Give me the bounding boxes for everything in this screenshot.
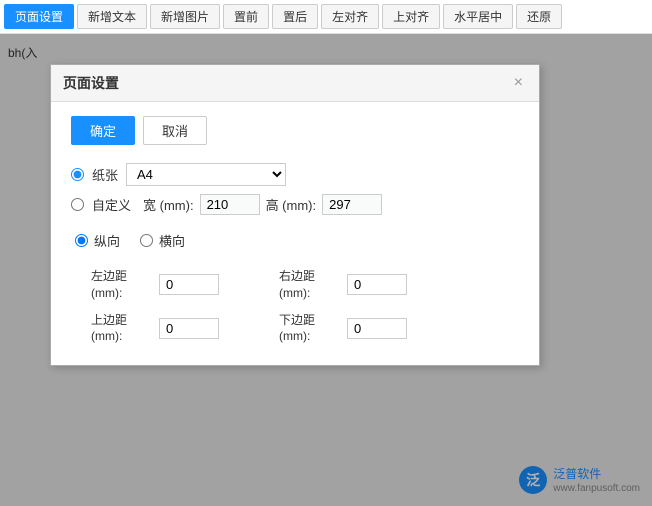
- left-margin-row: 左边距(mm):: [91, 268, 219, 302]
- confirm-button[interactable]: 确定: [71, 116, 135, 145]
- dialog-title: 页面设置: [63, 73, 119, 93]
- right-margin-label: 右边距(mm):: [279, 268, 339, 302]
- top-margin-input[interactable]: [159, 318, 219, 339]
- margins-section: 左边距(mm): 上边距(mm): 右边距(mm): 下边距(m: [91, 268, 519, 345]
- portrait-option: 纵向: [75, 231, 120, 250]
- paper-radio-row: 纸张 A4 A3 B5 Letter: [71, 163, 519, 186]
- portrait-radio[interactable]: [75, 234, 88, 247]
- bottom-margin-input[interactable]: [347, 318, 407, 339]
- portrait-label: 纵向: [94, 231, 120, 250]
- toolbar-btn-还原[interactable]: 还原: [516, 4, 562, 29]
- toolbar-btn-新增图片[interactable]: 新增图片: [150, 4, 220, 29]
- paper-section: 纸张 A4 A3 B5 Letter 自定义 宽 (mm): 高: [71, 163, 519, 215]
- page-settings-dialog: 页面设置 × 确定 取消 纸张 A4 A3 B5 Letter: [50, 64, 540, 366]
- landscape-radio[interactable]: [140, 234, 153, 247]
- left-margin-label: 左边距(mm):: [91, 268, 151, 302]
- left-margin-col: 左边距(mm): 上边距(mm):: [91, 268, 219, 345]
- custom-size-row: 宽 (mm): 高 (mm):: [143, 194, 382, 215]
- toolbar-btn-左对齐[interactable]: 左对齐: [321, 4, 379, 29]
- dialog-body: 确定 取消 纸张 A4 A3 B5 Letter: [51, 102, 539, 365]
- custom-radio-row: 自定义 宽 (mm): 高 (mm):: [71, 194, 519, 215]
- height-input[interactable]: [322, 194, 382, 215]
- right-margin-input[interactable]: [347, 274, 407, 295]
- custom-radio-label: 自定义: [92, 195, 131, 214]
- main-area: bh(入 页面设置 × 确定 取消 纸张 A4 A3 B5: [0, 34, 652, 506]
- orientation-section: 纵向 横向: [75, 231, 519, 250]
- toolbar-btn-置前[interactable]: 置前: [223, 4, 269, 29]
- top-margin-label: 上边距(mm):: [91, 312, 151, 346]
- paper-radio[interactable]: [71, 168, 84, 181]
- bottom-margin-row: 下边距(mm):: [279, 312, 407, 346]
- paper-select[interactable]: A4 A3 B5 Letter: [126, 163, 286, 186]
- toolbar-btn-水平居中[interactable]: 水平居中: [443, 4, 513, 29]
- action-row: 确定 取消: [71, 116, 519, 145]
- width-input[interactable]: [200, 194, 260, 215]
- left-margin-input[interactable]: [159, 274, 219, 295]
- height-label: 高 (mm):: [266, 195, 317, 214]
- right-margin-row: 右边距(mm):: [279, 268, 407, 302]
- bottom-margin-label: 下边距(mm):: [279, 312, 339, 346]
- custom-radio[interactable]: [71, 198, 84, 211]
- toolbar: 页面设置新增文本新增图片置前置后左对齐上对齐水平居中还原: [0, 0, 652, 34]
- toolbar-btn-置后[interactable]: 置后: [272, 4, 318, 29]
- right-margin-col: 右边距(mm): 下边距(mm):: [279, 268, 407, 345]
- toolbar-btn-页面设置[interactable]: 页面设置: [4, 4, 74, 29]
- width-label: 宽 (mm):: [143, 195, 194, 214]
- dialog-header: 页面设置 ×: [51, 65, 539, 102]
- landscape-label: 横向: [159, 231, 185, 250]
- toolbar-btn-上对齐[interactable]: 上对齐: [382, 4, 440, 29]
- cancel-button[interactable]: 取消: [143, 116, 207, 145]
- landscape-option: 横向: [140, 231, 185, 250]
- paper-radio-label: 纸张: [92, 165, 118, 184]
- close-button[interactable]: ×: [510, 75, 527, 91]
- top-margin-row: 上边距(mm):: [91, 312, 219, 346]
- toolbar-btn-新增文本[interactable]: 新增文本: [77, 4, 147, 29]
